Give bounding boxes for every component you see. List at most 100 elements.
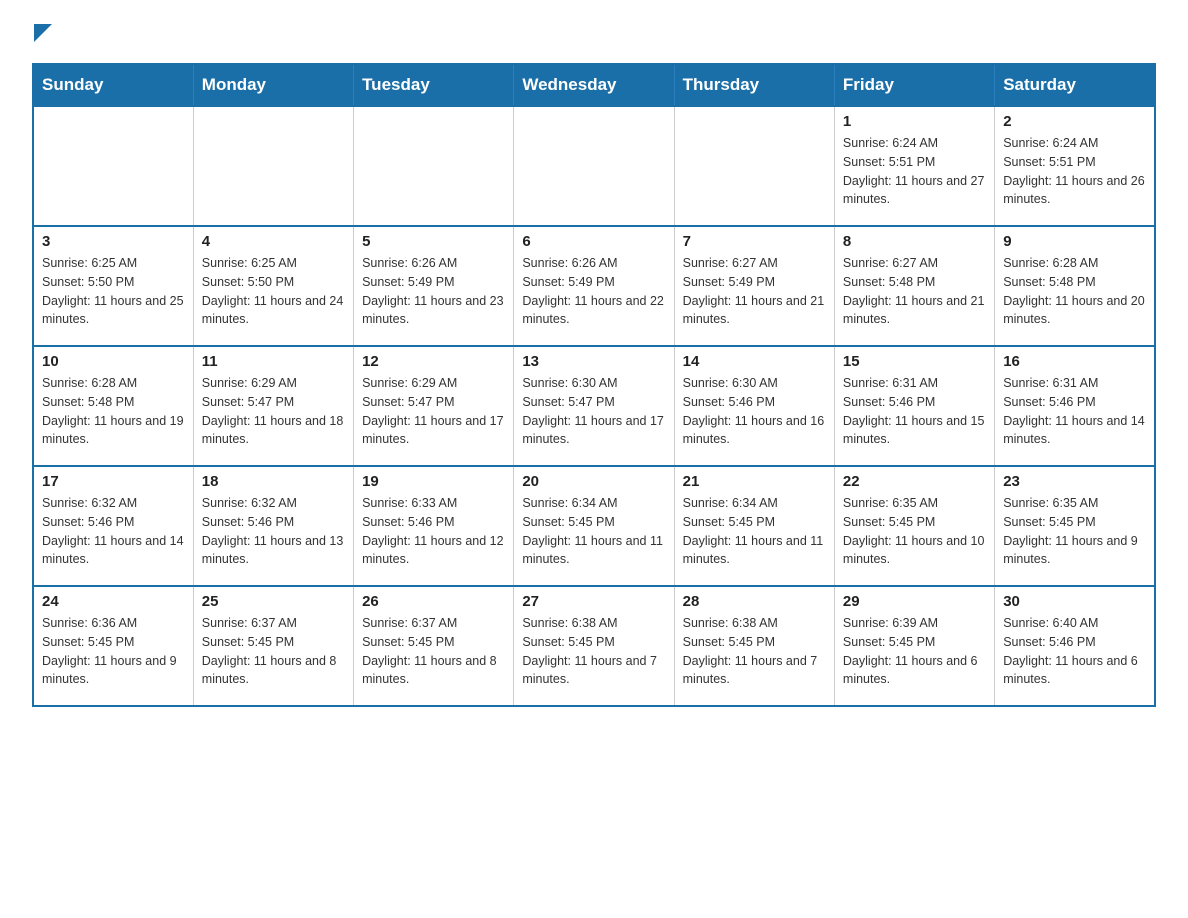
day-number: 2: [1003, 113, 1146, 130]
day-cell: 14 Sunrise: 6:30 AMSunset: 5:46 PMDayligh…: [674, 346, 834, 466]
day-cell: 20 Sunrise: 6:34 AMSunset: 5:45 PMDayligh…: [514, 466, 674, 586]
day-cell: [193, 106, 353, 226]
day-number: 3: [42, 233, 185, 250]
day-number: 24: [42, 593, 185, 610]
day-info: Sunrise: 6:36 AMSunset: 5:45 PMDaylight:…: [42, 614, 185, 689]
header-cell-saturday: Saturday: [995, 64, 1155, 106]
header-row: SundayMondayTuesdayWednesdayThursdayFrid…: [33, 64, 1155, 106]
day-cell: 2 Sunrise: 6:24 AMSunset: 5:51 PMDaylight…: [995, 106, 1155, 226]
day-number: 29: [843, 593, 986, 610]
day-number: 22: [843, 473, 986, 490]
day-cell: 1 Sunrise: 6:24 AMSunset: 5:51 PMDaylight…: [834, 106, 994, 226]
calendar-body: 1 Sunrise: 6:24 AMSunset: 5:51 PMDaylight…: [33, 106, 1155, 706]
day-cell: 11 Sunrise: 6:29 AMSunset: 5:47 PMDayligh…: [193, 346, 353, 466]
day-info: Sunrise: 6:25 AMSunset: 5:50 PMDaylight:…: [202, 254, 345, 329]
week-row-1: 3 Sunrise: 6:25 AMSunset: 5:50 PMDaylight…: [33, 226, 1155, 346]
week-row-4: 24 Sunrise: 6:36 AMSunset: 5:45 PMDayligh…: [33, 586, 1155, 706]
day-cell: [354, 106, 514, 226]
day-info: Sunrise: 6:30 AMSunset: 5:47 PMDaylight:…: [522, 374, 665, 449]
day-cell: 27 Sunrise: 6:38 AMSunset: 5:45 PMDayligh…: [514, 586, 674, 706]
day-number: 10: [42, 353, 185, 370]
day-number: 13: [522, 353, 665, 370]
header-cell-monday: Monday: [193, 64, 353, 106]
header-cell-tuesday: Tuesday: [354, 64, 514, 106]
day-number: 27: [522, 593, 665, 610]
day-number: 18: [202, 473, 345, 490]
day-cell: 22 Sunrise: 6:35 AMSunset: 5:45 PMDayligh…: [834, 466, 994, 586]
day-number: 9: [1003, 233, 1146, 250]
day-number: 20: [522, 473, 665, 490]
day-number: 25: [202, 593, 345, 610]
day-info: Sunrise: 6:40 AMSunset: 5:46 PMDaylight:…: [1003, 614, 1146, 689]
day-cell: [514, 106, 674, 226]
day-info: Sunrise: 6:30 AMSunset: 5:46 PMDaylight:…: [683, 374, 826, 449]
week-row-2: 10 Sunrise: 6:28 AMSunset: 5:48 PMDayligh…: [33, 346, 1155, 466]
day-cell: 30 Sunrise: 6:40 AMSunset: 5:46 PMDayligh…: [995, 586, 1155, 706]
day-number: 17: [42, 473, 185, 490]
day-cell: 10 Sunrise: 6:28 AMSunset: 5:48 PMDayligh…: [33, 346, 193, 466]
day-info: Sunrise: 6:34 AMSunset: 5:45 PMDaylight:…: [683, 494, 826, 569]
day-number: 16: [1003, 353, 1146, 370]
week-row-0: 1 Sunrise: 6:24 AMSunset: 5:51 PMDaylight…: [33, 106, 1155, 226]
day-cell: 12 Sunrise: 6:29 AMSunset: 5:47 PMDayligh…: [354, 346, 514, 466]
day-cell: 17 Sunrise: 6:32 AMSunset: 5:46 PMDayligh…: [33, 466, 193, 586]
day-info: Sunrise: 6:39 AMSunset: 5:45 PMDaylight:…: [843, 614, 986, 689]
day-cell: 25 Sunrise: 6:37 AMSunset: 5:45 PMDayligh…: [193, 586, 353, 706]
day-number: 28: [683, 593, 826, 610]
day-number: 19: [362, 473, 505, 490]
day-number: 14: [683, 353, 826, 370]
day-info: Sunrise: 6:25 AMSunset: 5:50 PMDaylight:…: [42, 254, 185, 329]
day-cell: 16 Sunrise: 6:31 AMSunset: 5:46 PMDayligh…: [995, 346, 1155, 466]
day-cell: 7 Sunrise: 6:27 AMSunset: 5:49 PMDaylight…: [674, 226, 834, 346]
day-info: Sunrise: 6:38 AMSunset: 5:45 PMDaylight:…: [522, 614, 665, 689]
day-cell: [674, 106, 834, 226]
day-number: 23: [1003, 473, 1146, 490]
calendar-header: SundayMondayTuesdayWednesdayThursdayFrid…: [33, 64, 1155, 106]
day-cell: 28 Sunrise: 6:38 AMSunset: 5:45 PMDayligh…: [674, 586, 834, 706]
day-info: Sunrise: 6:33 AMSunset: 5:46 PMDaylight:…: [362, 494, 505, 569]
day-cell: 3 Sunrise: 6:25 AMSunset: 5:50 PMDaylight…: [33, 226, 193, 346]
day-cell: 24 Sunrise: 6:36 AMSunset: 5:45 PMDayligh…: [33, 586, 193, 706]
day-cell: [33, 106, 193, 226]
day-info: Sunrise: 6:29 AMSunset: 5:47 PMDaylight:…: [202, 374, 345, 449]
header-cell-wednesday: Wednesday: [514, 64, 674, 106]
day-info: Sunrise: 6:34 AMSunset: 5:45 PMDaylight:…: [522, 494, 665, 569]
day-number: 7: [683, 233, 826, 250]
day-info: Sunrise: 6:24 AMSunset: 5:51 PMDaylight:…: [843, 134, 986, 209]
day-info: Sunrise: 6:35 AMSunset: 5:45 PMDaylight:…: [1003, 494, 1146, 569]
day-cell: 26Sunrise: 6:37 AMSunset: 5:45 PMDayligh…: [354, 586, 514, 706]
day-info: Sunrise: 6:29 AMSunset: 5:47 PMDaylight:…: [362, 374, 505, 449]
day-number: 26: [362, 593, 505, 610]
day-info: Sunrise: 6:27 AMSunset: 5:48 PMDaylight:…: [843, 254, 986, 329]
day-number: 21: [683, 473, 826, 490]
day-cell: 23 Sunrise: 6:35 AMSunset: 5:45 PMDayligh…: [995, 466, 1155, 586]
day-info: Sunrise: 6:31 AMSunset: 5:46 PMDaylight:…: [1003, 374, 1146, 449]
day-number: 11: [202, 353, 345, 370]
day-cell: 29 Sunrise: 6:39 AMSunset: 5:45 PMDayligh…: [834, 586, 994, 706]
day-info: Sunrise: 6:27 AMSunset: 5:49 PMDaylight:…: [683, 254, 826, 329]
week-row-3: 17 Sunrise: 6:32 AMSunset: 5:46 PMDayligh…: [33, 466, 1155, 586]
day-cell: 4 Sunrise: 6:25 AMSunset: 5:50 PMDaylight…: [193, 226, 353, 346]
day-cell: 21 Sunrise: 6:34 AMSunset: 5:45 PMDayligh…: [674, 466, 834, 586]
day-info: Sunrise: 6:32 AMSunset: 5:46 PMDaylight:…: [42, 494, 185, 569]
day-number: 8: [843, 233, 986, 250]
day-number: 1: [843, 113, 986, 130]
day-info: Sunrise: 6:37 AMSunset: 5:45 PMDaylight:…: [202, 614, 345, 689]
day-info: Sunrise: 6:38 AMSunset: 5:45 PMDaylight:…: [683, 614, 826, 689]
day-cell: 5Sunrise: 6:26 AMSunset: 5:49 PMDaylight…: [354, 226, 514, 346]
header-cell-friday: Friday: [834, 64, 994, 106]
day-cell: 13 Sunrise: 6:30 AMSunset: 5:47 PMDayligh…: [514, 346, 674, 466]
header: [32, 24, 1156, 47]
day-info: Sunrise: 6:24 AMSunset: 5:51 PMDaylight:…: [1003, 134, 1146, 209]
day-number: 30: [1003, 593, 1146, 610]
day-info: Sunrise: 6:26 AMSunset: 5:49 PMDaylight:…: [522, 254, 665, 329]
day-info: Sunrise: 6:28 AMSunset: 5:48 PMDaylight:…: [42, 374, 185, 449]
header-cell-thursday: Thursday: [674, 64, 834, 106]
day-info: Sunrise: 6:26 AMSunset: 5:49 PMDaylight:…: [362, 254, 505, 329]
day-cell: 15Sunrise: 6:31 AMSunset: 5:46 PMDayligh…: [834, 346, 994, 466]
calendar-table: SundayMondayTuesdayWednesdayThursdayFrid…: [32, 63, 1156, 707]
day-number: 4: [202, 233, 345, 250]
logo: [32, 24, 52, 47]
day-number: 12: [362, 353, 505, 370]
day-info: Sunrise: 6:35 AMSunset: 5:45 PMDaylight:…: [843, 494, 986, 569]
